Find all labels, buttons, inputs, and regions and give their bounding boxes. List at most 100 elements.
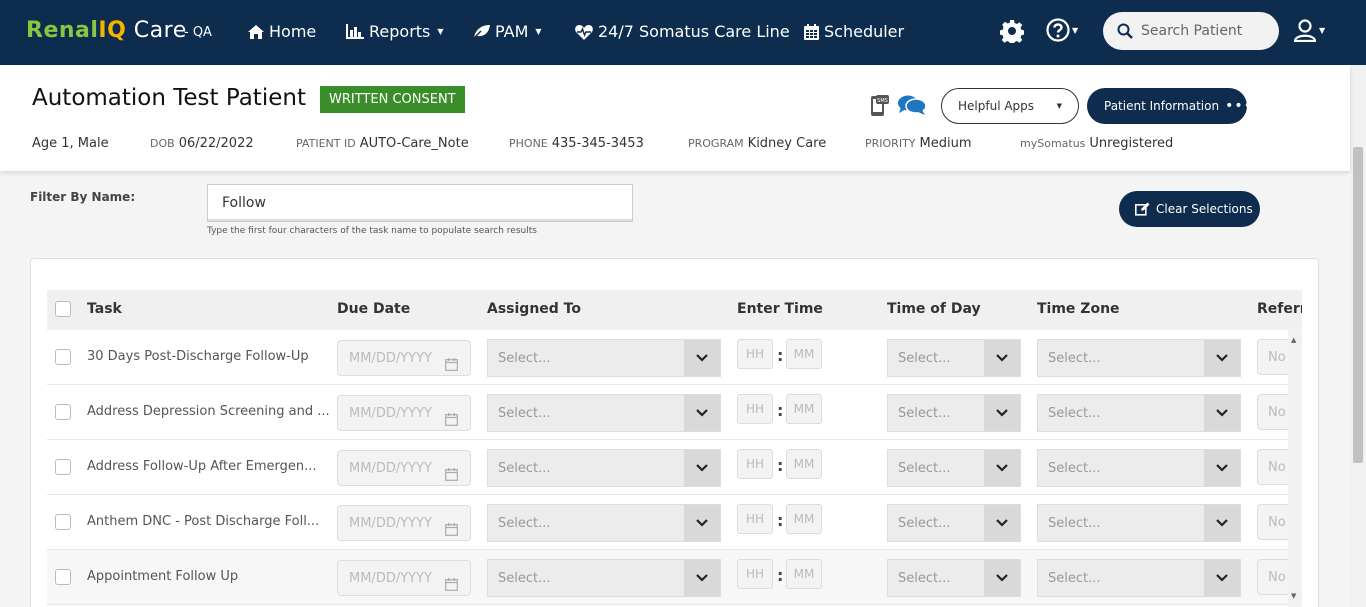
time-zone-select[interactable]: Select... <box>1037 559 1241 597</box>
clear-selections-button[interactable]: Clear Selections <box>1119 191 1260 227</box>
select-placeholder: Select... <box>1048 405 1101 421</box>
time-of-day-select[interactable]: Select... <box>887 559 1021 597</box>
hour-input[interactable]: HH <box>737 559 773 589</box>
time-separator: : <box>777 346 784 365</box>
time-zone-select[interactable]: Select... <box>1037 504 1241 542</box>
due-date-input[interactable]: MM/DD/YYYY <box>337 560 471 596</box>
settings-button[interactable] <box>999 19 1025 47</box>
select-all-checkbox[interactable] <box>55 301 71 317</box>
hour-input[interactable]: HH <box>737 449 773 479</box>
heartbeat-icon <box>575 24 593 40</box>
referral-placeholder: No <box>1268 349 1286 365</box>
row-checkbox[interactable] <box>55 349 71 365</box>
chat-button[interactable] <box>897 94 927 120</box>
time-zone-select[interactable]: Select... <box>1037 449 1241 487</box>
search-patient-input[interactable] <box>1141 23 1261 39</box>
dob-value: 06/22/2022 <box>178 136 254 151</box>
referral-select[interactable]: No <box>1257 394 1288 430</box>
nav-careline[interactable]: 24/7 Somatus Care Line <box>575 22 790 41</box>
referral-select[interactable]: No <box>1257 559 1288 595</box>
minute-input[interactable]: MM <box>786 394 822 424</box>
scroll-up-icon[interactable]: ▲ <box>1291 336 1296 344</box>
due-date-input[interactable]: MM/DD/YYYY <box>337 395 471 431</box>
hour-input[interactable]: HH <box>737 339 773 369</box>
minute-input[interactable]: MM <box>786 339 822 369</box>
assigned-to-select[interactable]: Select... <box>487 394 721 432</box>
referral-select[interactable]: No <box>1257 504 1288 540</box>
more-dots-icon: ••• <box>1225 98 1253 114</box>
header-due-date[interactable]: Due Date <box>337 301 410 317</box>
logo-iq: IQ <box>98 18 127 43</box>
time-of-day-select[interactable]: Select... <box>887 449 1021 487</box>
hour-input[interactable]: HH <box>737 504 773 534</box>
hour-placeholder: HH <box>745 567 765 581</box>
patient-id-value: AUTO-Care_Note <box>359 136 469 151</box>
top-navbar: RenalIQ Care - QA Home Reports ▼ PAM ▼ 2… <box>0 0 1366 65</box>
header-enter-time[interactable]: Enter Time <box>737 301 823 317</box>
nav-careline-label: 24/7 Somatus Care Line <box>598 22 790 41</box>
due-date-placeholder: MM/DD/YYYY <box>349 570 432 586</box>
due-date-input[interactable]: MM/DD/YYYY <box>337 340 471 376</box>
assigned-to-select[interactable]: Select... <box>487 449 721 487</box>
program-label: PROGRAM <box>688 137 744 150</box>
time-of-day-select[interactable]: Select... <box>887 504 1021 542</box>
hour-input[interactable]: HH <box>737 394 773 424</box>
due-date-placeholder: MM/DD/YYYY <box>349 460 432 476</box>
nav-scheduler[interactable]: Scheduler <box>804 22 904 41</box>
table-row: Address Depression Screening and ... MM/… <box>47 385 1288 440</box>
select-placeholder: Select... <box>898 405 951 421</box>
home-icon <box>248 24 264 39</box>
referral-select[interactable]: No <box>1257 449 1288 485</box>
select-placeholder: Select... <box>898 460 951 476</box>
time-of-day-select[interactable]: Select... <box>887 394 1021 432</box>
row-checkbox[interactable] <box>55 404 71 420</box>
time-separator: : <box>777 456 784 475</box>
time-zone-select[interactable]: Select... <box>1037 394 1241 432</box>
chevron-down-icon <box>1204 505 1240 541</box>
row-checkbox[interactable] <box>55 459 71 475</box>
minute-input[interactable]: MM <box>786 504 822 534</box>
minute-input[interactable]: MM <box>786 559 822 589</box>
scrollbar-thumb[interactable] <box>1353 147 1363 463</box>
consent-badge: WRITTEN CONSENT <box>320 86 465 113</box>
nav-pam[interactable]: PAM ▼ <box>473 22 542 41</box>
app-logo[interactable]: RenalIQ Care <box>26 18 187 43</box>
nav-reports[interactable]: Reports ▼ <box>346 22 444 41</box>
assigned-to-select[interactable]: Select... <box>487 559 721 597</box>
time-zone-select[interactable]: Select... <box>1037 339 1241 377</box>
header-task[interactable]: Task <box>87 301 122 317</box>
due-date-input[interactable]: MM/DD/YYYY <box>337 450 471 486</box>
nav-home[interactable]: Home <box>248 22 316 41</box>
assigned-to-select[interactable]: Select... <box>487 504 721 542</box>
row-checkbox[interactable] <box>55 514 71 530</box>
referral-select[interactable]: No <box>1257 339 1288 375</box>
user-menu[interactable]: ▼ <box>1293 18 1325 42</box>
filter-by-name-input[interactable] <box>207 184 633 222</box>
row-checkbox[interactable] <box>55 569 71 585</box>
nav-scheduler-label: Scheduler <box>824 22 905 41</box>
referral-placeholder: No <box>1268 459 1286 475</box>
assigned-to-select[interactable]: Select... <box>487 339 721 377</box>
table-scrollbar[interactable]: ▲ ▼ <box>1288 330 1302 607</box>
header-time-zone[interactable]: Time Zone <box>1037 301 1120 317</box>
logo-renal: Renal <box>26 18 99 43</box>
help-menu[interactable]: ▼ <box>1046 18 1078 42</box>
due-date-input[interactable]: MM/DD/YYYY <box>337 505 471 541</box>
minute-placeholder: MM <box>793 512 815 526</box>
patient-search[interactable] <box>1103 12 1279 50</box>
header-referral[interactable]: Referra <box>1257 301 1302 317</box>
page-scrollbar[interactable] <box>1350 65 1366 607</box>
minute-input[interactable]: MM <box>786 449 822 479</box>
referral-placeholder: No <box>1268 514 1286 530</box>
sms-button[interactable]: SMS <box>868 95 890 121</box>
chevron-down-icon <box>984 505 1020 541</box>
header-time-of-day[interactable]: Time of Day <box>887 301 981 317</box>
header-assigned-to[interactable]: Assigned To <box>487 301 581 317</box>
scroll-down-icon[interactable]: ▼ <box>1291 592 1296 600</box>
helpful-apps-dropdown[interactable]: Helpful Apps ▼ <box>941 88 1079 124</box>
question-circle-icon <box>1046 18 1070 42</box>
gear-icon <box>999 20 1025 45</box>
time-of-day-select[interactable]: Select... <box>887 339 1021 377</box>
patient-information-button[interactable]: Patient Information ••• <box>1087 88 1252 124</box>
patient-dob: DOB 06/22/2022 <box>150 136 254 151</box>
